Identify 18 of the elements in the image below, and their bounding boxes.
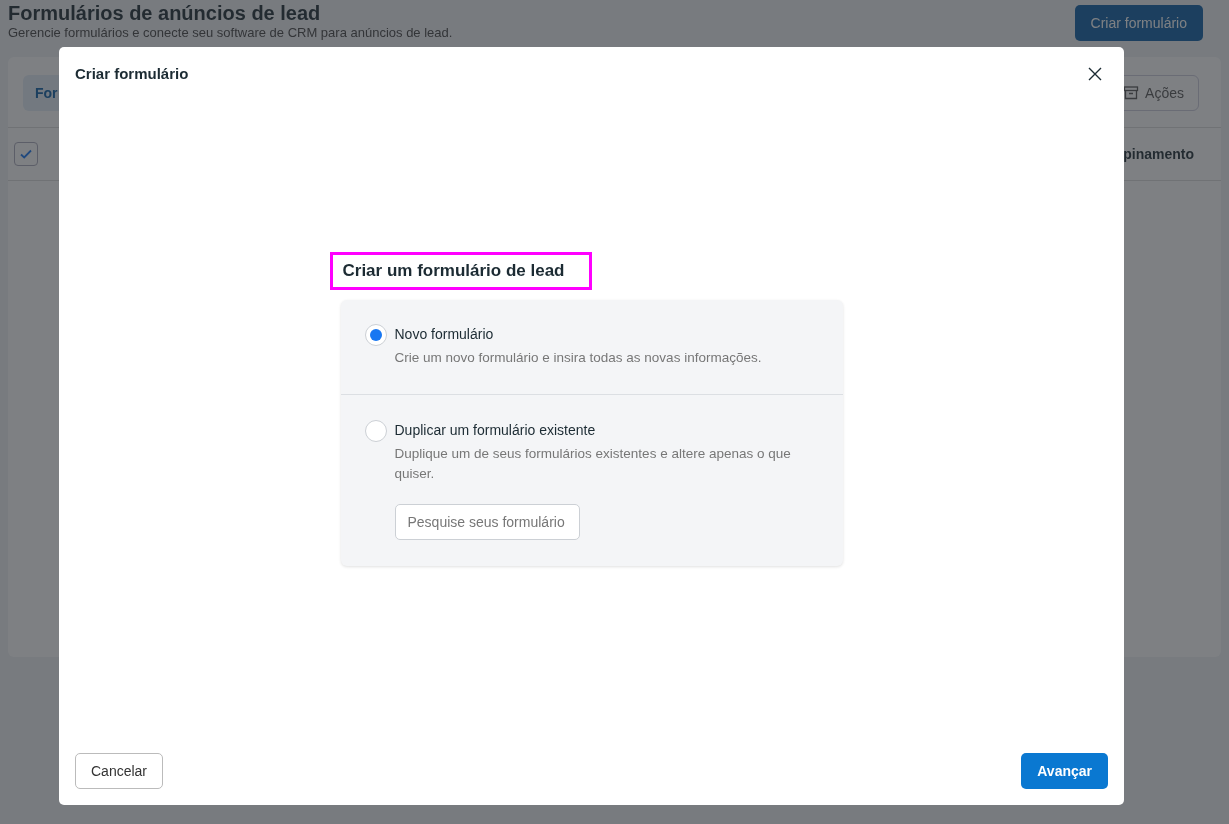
radio-button[interactable] xyxy=(364,324,387,346)
cancel-button[interactable]: Cancelar xyxy=(75,753,164,789)
page-title: Formulários de anúncios de lead xyxy=(8,2,322,25)
archive-icon xyxy=(1123,85,1140,101)
search-field[interactable]: Pesquise seus formulário xyxy=(394,504,580,540)
column-header: pinamento xyxy=(1123,146,1194,162)
radio-button[interactable] xyxy=(364,420,387,442)
page-subtitle: Gerencie formulários e conecte seu software de CRM para anúncios de lead. xyxy=(8,25,453,40)
close-icon[interactable] xyxy=(1088,66,1102,81)
next-button[interactable]: Avançar xyxy=(1021,753,1108,789)
dialog-title: Criar formulário xyxy=(75,65,189,82)
option-label[interactable]: Duplicar um formulário existente xyxy=(394,422,819,438)
option-label[interactable]: Novo formulário xyxy=(394,326,762,342)
select-all-checkbox[interactable] xyxy=(14,142,38,166)
option-description: Duplique um de seus formulários existentes e altere apenas o que quiser. xyxy=(394,445,792,483)
create-form-button[interactable]: Criar formulário xyxy=(1074,5,1203,41)
option-description: Crie um novo formulário e insira todas as novas informações. xyxy=(394,349,762,367)
section-heading: Criar um formulário de lead xyxy=(329,252,592,290)
